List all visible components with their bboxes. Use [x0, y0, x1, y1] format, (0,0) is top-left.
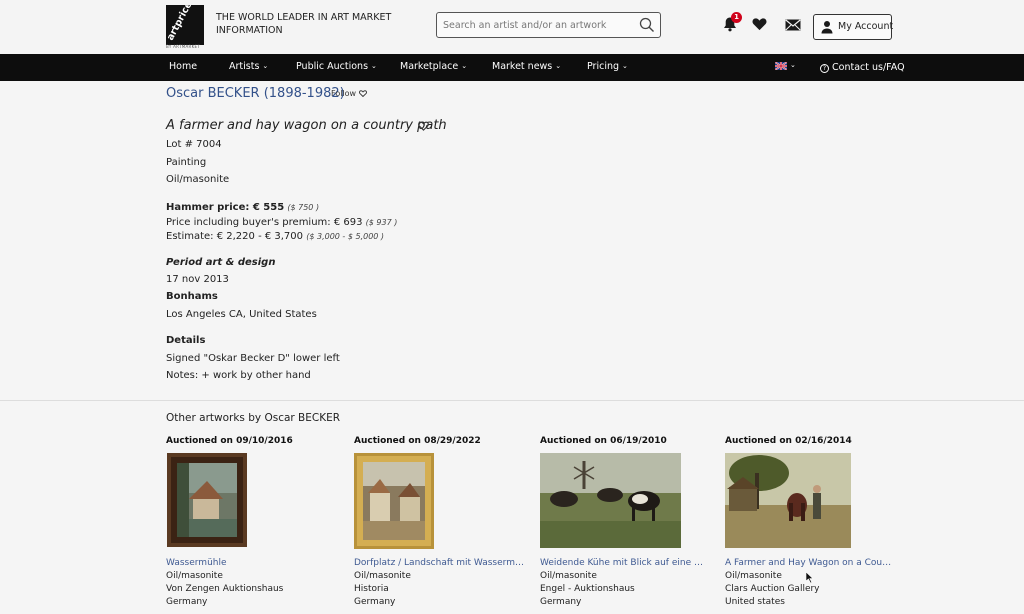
chevron-down-icon: ⌄	[622, 62, 628, 70]
mail-icon[interactable]	[785, 19, 801, 31]
auction-location: Los Angeles CA, United States	[166, 309, 317, 320]
nav-market-news-label: Market news	[492, 61, 553, 72]
premium-price: Price including buyer's premium: € 693 (…	[166, 217, 397, 228]
artwork-card[interactable]: Auctioned on 09/10/2016 Wassermühle Oil/…	[166, 436, 346, 607]
card-country: Germany	[166, 597, 208, 607]
nav-marketplace[interactable]: Marketplace ⌄	[400, 61, 467, 72]
card-auction-house: Engel - Auktionshaus	[540, 584, 635, 594]
card-medium: Oil/masonite	[725, 571, 782, 581]
artwork-thumbnail[interactable]	[540, 453, 681, 548]
chevron-down-icon: ⌄	[555, 62, 562, 70]
my-account-button[interactable]: My Account	[813, 14, 894, 40]
card-date: Auctioned on 02/16/2014	[725, 436, 852, 446]
site-tagline: THE WORLD LEADER IN ART MARKET INFORMATI…	[216, 12, 392, 36]
nav-market-news[interactable]: Market news ⌄	[492, 61, 561, 72]
search-icon[interactable]	[639, 17, 655, 33]
card-medium: Oil/masonite	[166, 571, 223, 581]
card-auction-house: Clars Auction Gallery	[725, 584, 820, 594]
nav-artists-label: Artists	[229, 61, 260, 72]
card-medium: Oil/masonite	[354, 571, 411, 581]
nav-pricing-label: Pricing	[587, 61, 620, 72]
favorites-heart-icon[interactable]	[752, 17, 767, 31]
artist-name-link[interactable]: Oscar BECKER (1898-1982)	[166, 86, 345, 101]
estimate: Estimate: € 2,220 - € 3,700 ($ 3,000 - $…	[166, 231, 384, 242]
card-date: Auctioned on 09/10/2016	[166, 436, 293, 446]
artwork-thumbnail[interactable]	[725, 453, 851, 548]
artwork-medium: Oil/masonite	[166, 174, 230, 185]
favorite-heart-icon[interactable]	[418, 121, 429, 131]
language-chevron-down-icon[interactable]: ⌄	[790, 61, 796, 69]
nav-home[interactable]: Home	[169, 61, 197, 72]
nav-marketplace-label: Marketplace	[400, 61, 459, 72]
card-date: Auctioned on 06/19/2010	[540, 436, 667, 446]
chevron-down-icon: ⌄	[262, 62, 269, 70]
artprice-logo[interactable]: artprice.com	[166, 5, 204, 45]
card-auction-house: Von Zengen Auktionshaus	[166, 584, 284, 594]
logo-subtitle: BY ARTMARKET	[166, 44, 201, 49]
nav-artists[interactable]: Artists ⌄	[229, 61, 268, 72]
follow-button[interactable]: Follow	[331, 89, 367, 98]
notes-detail: Notes: + work by other hand	[166, 370, 311, 381]
follow-heart-icon	[358, 90, 367, 98]
user-icon	[821, 21, 833, 34]
sale-date: 17 nov 2013	[166, 274, 229, 285]
artwork-title: A farmer and hay wagon on a country path	[166, 118, 447, 133]
card-country: United states	[725, 597, 785, 607]
auction-house: Bonhams	[166, 291, 218, 302]
sale-name: Period art & design	[166, 257, 276, 268]
hammer-price-label: Hammer price: € 555	[166, 202, 285, 213]
artwork-card[interactable]: Auctioned on 02/16/2014 A Farmer and Hay…	[725, 436, 905, 607]
premium-price-label: Price including buyer's premium: € 693	[166, 217, 363, 228]
nav-public-auctions[interactable]: Public Auctions ⌄	[296, 61, 377, 72]
mouse-cursor-icon	[806, 572, 814, 583]
other-artworks-heading: Other artworks by Oscar BECKER	[166, 412, 341, 424]
uk-flag-icon[interactable]	[775, 62, 787, 70]
logo-mark: artprice.com	[166, 5, 204, 45]
card-country: Germany	[540, 597, 582, 607]
card-title-link[interactable]: Dorfplatz / Landschaft mit Wassermühle	[354, 558, 524, 568]
nav-public-auctions-label: Public Auctions	[296, 61, 369, 72]
card-date: Auctioned on 08/29/2022	[354, 436, 481, 446]
signature-detail: Signed "Oskar Becker D" lower left	[166, 353, 340, 364]
search-box	[436, 12, 661, 38]
contact-faq-link[interactable]: ? Contact us/FAQ	[820, 62, 905, 73]
premium-price-usd: ($ 937 )	[365, 218, 398, 227]
artwork-card[interactable]: Auctioned on 08/29/2022 Dorfplatz / Land…	[354, 436, 534, 607]
estimate-usd: ($ 3,000 - $ 5,000 )	[306, 232, 385, 241]
main-nav: Home Artists ⌄ Public Auctions ⌄ Marketpla…	[0, 54, 1024, 81]
artwork-category: Painting	[166, 157, 207, 168]
follow-label: Follow	[331, 89, 357, 98]
search-input[interactable]	[443, 17, 633, 33]
artwork-card[interactable]: Auctioned on 06/19/2010 Weidende Kühe mi…	[540, 436, 720, 607]
artwork-thumbnail[interactable]	[167, 453, 247, 547]
lot-number: Lot # 7004	[166, 139, 222, 150]
details-heading: Details	[166, 335, 206, 346]
help-icon: ?	[820, 64, 829, 73]
estimate-label: Estimate: € 2,220 - € 3,700	[166, 231, 304, 242]
chevron-down-icon: ⌄	[461, 62, 468, 70]
card-medium: Oil/masonite	[540, 571, 597, 581]
card-auction-house: Historia	[354, 584, 389, 594]
card-country: Germany	[354, 597, 396, 607]
card-title-link[interactable]: Weidende Kühe mit Blick auf eine Win...	[540, 558, 710, 568]
section-divider	[0, 400, 1024, 401]
site-header: artprice.com BY ARTMARKET THE WORLD LEAD…	[0, 0, 1024, 54]
my-account-label: My Account	[838, 21, 894, 32]
contact-faq-label: Contact us/FAQ	[832, 62, 905, 73]
hammer-price-usd: ($ 750 )	[287, 203, 320, 212]
chevron-down-icon: ⌄	[371, 62, 377, 70]
lot-detail: Oscar BECKER (1898-1982) Follow A farmer…	[0, 81, 1024, 614]
card-title-link[interactable]: A Farmer and Hay Wagon on a Countr...	[725, 558, 895, 568]
nav-home-label: Home	[169, 61, 198, 72]
nav-pricing[interactable]: Pricing ⌄	[587, 61, 628, 72]
notification-badge: 1	[731, 12, 742, 23]
hammer-price: Hammer price: € 555 ($ 750 )	[166, 202, 319, 213]
card-title-link[interactable]: Wassermühle	[166, 558, 227, 568]
artwork-thumbnail[interactable]	[354, 453, 434, 549]
